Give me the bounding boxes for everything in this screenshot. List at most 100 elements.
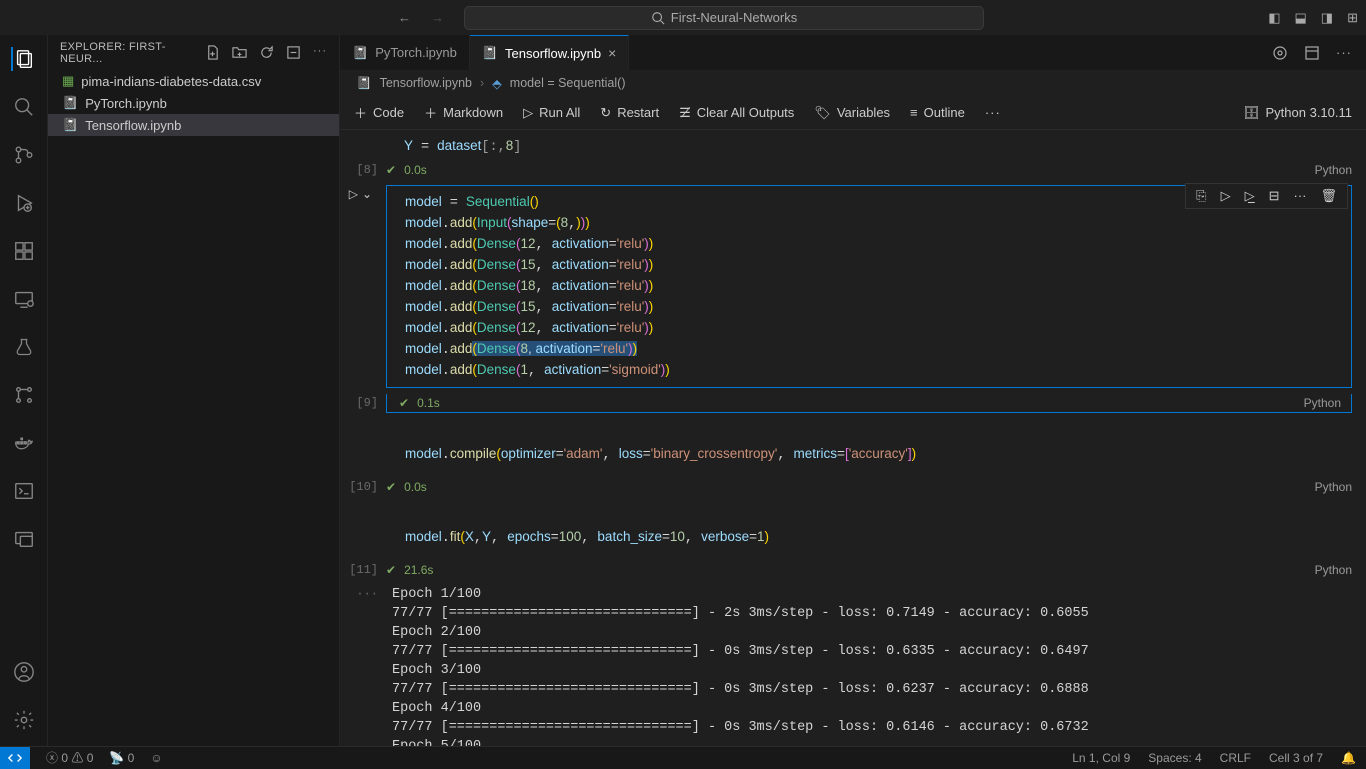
file-item[interactable]: 📓PyTorch.ipynb [48, 92, 339, 114]
exec-time: 0.0s [404, 480, 427, 494]
server-icon: 🗄 [1243, 105, 1260, 121]
remote-indicator[interactable] [0, 747, 30, 769]
more-icon[interactable]: ··· [313, 45, 327, 60]
tab-tensorflow[interactable]: 📓Tensorflow.ipynb× [470, 35, 630, 70]
problems-indicator[interactable]: ⓧ 0 ⚠ 0 [46, 749, 93, 766]
collapse-icon[interactable] [286, 45, 301, 60]
extensions-icon[interactable] [12, 239, 36, 263]
notebook-toolbar: ＋Code ＋Markdown ▷Run All ↻Restart ☰̸Clea… [340, 96, 1366, 130]
references-icon[interactable] [12, 383, 36, 407]
terminal-icon[interactable] [12, 479, 36, 503]
exec-time: 0.0s [404, 163, 427, 177]
settings-gear-icon[interactable] [12, 708, 36, 732]
output-collapse-icon[interactable]: ··· [340, 585, 386, 746]
cell-position[interactable]: Cell 3 of 7 [1269, 751, 1323, 765]
run-cell-icon[interactable]: ▷ [349, 187, 358, 201]
notebook-file-icon: 📓 [62, 117, 78, 133]
search-activity-icon[interactable] [12, 95, 36, 119]
tab-pytorch[interactable]: 📓PyTorch.ipynb [340, 35, 470, 70]
indentation[interactable]: Spaces: 4 [1148, 751, 1201, 765]
toggle-render-icon[interactable] [1304, 45, 1320, 61]
success-icon: ✔ [399, 396, 409, 410]
notifications-icon[interactable]: 🔔 [1341, 751, 1356, 765]
cell-output: Epoch 1/100 77/77 [=====================… [386, 585, 1352, 746]
cell-lang: Python [1315, 163, 1352, 177]
notebook-body[interactable]: Y = dataset[:,8] [8]✔0.0sPython ⎘ ▷ ▷̲ ⊟… [340, 130, 1366, 746]
search-icon [651, 11, 665, 25]
notebook-settings-icon[interactable] [1272, 45, 1288, 61]
split-cell-icon[interactable]: ⊟ [1269, 188, 1280, 204]
new-folder-icon[interactable] [232, 45, 247, 60]
command-center[interactable]: First-Neural-Networks [464, 6, 984, 30]
exec-time: 0.1s [417, 396, 440, 410]
success-icon: ✔ [386, 163, 396, 177]
cell-lang: Python [1315, 563, 1352, 577]
variables-button[interactable]: 🏷Variables [814, 105, 890, 121]
explorer-title: EXPLORER: FIRST-NEUR... [60, 41, 205, 65]
exec-count: [8] [340, 161, 386, 179]
run-all-button[interactable]: ▷Run All [523, 105, 580, 121]
feedback-icon[interactable]: ☺ [150, 751, 162, 765]
breadcrumb[interactable]: 📓 Tensorflow.ipynb › ⬘ model = Sequentia… [340, 70, 1366, 96]
layout-primary-icon[interactable]: ◧ [1268, 10, 1280, 26]
layout-panel-icon[interactable]: ⬓ [1295, 10, 1307, 26]
file-item[interactable]: 📓Tensorflow.ipynb [48, 114, 339, 136]
close-icon[interactable]: × [608, 45, 616, 61]
delete-cell-icon[interactable]: 🗑 [1320, 188, 1337, 204]
code-cell[interactable]: model.compile(optimizer='adam', loss='bi… [386, 437, 1352, 472]
success-icon: ✔ [386, 480, 396, 494]
refresh-icon[interactable] [259, 45, 274, 60]
accounts-icon[interactable] [12, 660, 36, 684]
code-cell[interactable]: model.fit(X,Y, epochs=100, batch_size=10… [386, 520, 1352, 555]
cell-toolbar: ⎘ ▷ ▷̲ ⊟ ··· 🗑 [1185, 183, 1348, 209]
add-markdown-button[interactable]: ＋Markdown [424, 103, 503, 122]
layout-customize-icon[interactable]: ⊞ [1347, 10, 1358, 26]
code-cell[interactable]: model = Sequential() model.add(Input(sha… [386, 185, 1352, 388]
execute-cell-icon[interactable]: ▷ [1221, 188, 1231, 204]
kernel-picker[interactable]: 🗄Python 3.10.11 [1243, 105, 1352, 121]
clear-icon: ☰̸ [679, 105, 691, 121]
editor-tabs: 📓PyTorch.ipynb 📓Tensorflow.ipynb× ··· [340, 35, 1366, 70]
explorer-icon[interactable] [11, 47, 35, 71]
clear-outputs-button[interactable]: ☰̸Clear All Outputs [679, 105, 794, 121]
exec-count: [10] [340, 478, 386, 496]
variables-icon: 🏷 [814, 105, 831, 121]
remote-explorer-icon[interactable] [12, 287, 36, 311]
cursor-position[interactable]: Ln 1, Col 9 [1072, 751, 1130, 765]
chevron-right-icon: › [480, 76, 484, 90]
csv-file-icon: ▦ [62, 73, 74, 89]
run-by-line-icon[interactable]: ⎘ [1196, 188, 1206, 204]
eol[interactable]: CRLF [1220, 751, 1251, 765]
exec-count: [9] [340, 394, 386, 413]
testing-icon[interactable] [12, 335, 36, 359]
ports-indicator[interactable]: 📡 0 [109, 751, 134, 765]
layout-secondary-icon[interactable]: ◨ [1321, 10, 1333, 26]
notebook-file-icon: 📓 [62, 95, 78, 111]
add-code-button[interactable]: ＋Code [354, 103, 404, 122]
play-icon: ▷ [523, 105, 533, 121]
activity-bar [0, 35, 48, 746]
title-bar: ← → First-Neural-Networks ◧ ⬓ ◨ ⊞ [0, 0, 1366, 35]
source-control-icon[interactable] [12, 143, 36, 167]
success-icon: ✔ [386, 563, 396, 577]
more-actions-icon[interactable]: ··· [1336, 45, 1352, 60]
new-file-icon[interactable] [205, 45, 220, 60]
cell-lang: Python [1315, 480, 1352, 494]
execute-below-icon[interactable]: ▷̲ [1245, 188, 1255, 204]
search-text: First-Neural-Networks [671, 10, 797, 25]
more-toolbar-icon[interactable]: ··· [985, 105, 1001, 120]
chevron-down-icon[interactable]: ⌄ [362, 187, 372, 201]
exec-count: [11] [340, 561, 386, 579]
nav-forward-icon[interactable]: → [431, 10, 444, 25]
restart-button[interactable]: ↻Restart [600, 105, 659, 121]
outline-button[interactable]: ≡Outline [910, 105, 965, 120]
remote-window-icon[interactable] [12, 527, 36, 551]
run-debug-icon[interactable] [12, 191, 36, 215]
file-item[interactable]: ▦pima-indians-diabetes-data.csv [48, 70, 339, 92]
notebook-file-icon: 📓 [356, 76, 372, 91]
exec-time: 21.6s [404, 563, 433, 577]
docker-icon[interactable] [12, 431, 36, 455]
more-cell-icon[interactable]: ··· [1293, 188, 1306, 204]
nav-back-icon[interactable]: ← [398, 10, 411, 25]
cube-icon: ⬘ [492, 76, 502, 91]
